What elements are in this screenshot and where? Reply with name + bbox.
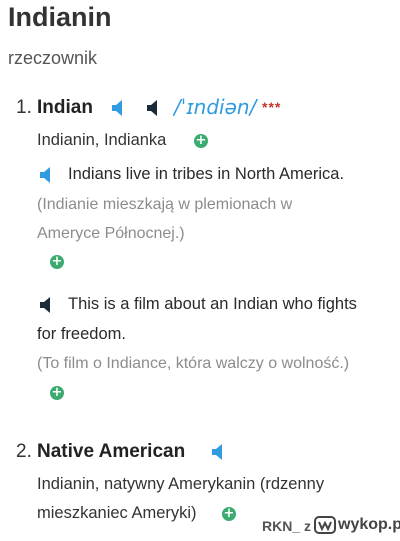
- example-translation: Ameryce Północnej.): [37, 225, 185, 242]
- sense-term: Native American: [37, 441, 186, 462]
- sense-number: 1.: [16, 97, 32, 118]
- sense-translations: mieszkaniec Ameryki): [37, 504, 197, 522]
- example-sentence: Indians live in tribes in North America.: [68, 165, 345, 183]
- pronunciation: /ˈɪndiən/: [174, 95, 257, 119]
- frequency-stars: ***: [262, 99, 282, 115]
- add-translation-icon[interactable]: +: [222, 507, 236, 521]
- speaker-icon-american[interactable]: [145, 99, 165, 117]
- example-translation: (Indianie mieszkają w plemionach w: [37, 196, 293, 213]
- speaker-icon[interactable]: [38, 296, 58, 314]
- sense-term: Indian: [37, 97, 93, 118]
- wykop-logo-icon: [314, 514, 336, 541]
- watermark-user: RKN_ z: [262, 518, 312, 534]
- sense-translations: Indianin, Indianka: [37, 131, 167, 149]
- sense-number: 2.: [16, 441, 32, 462]
- watermark-site: wykop.pl: [338, 516, 400, 533]
- speaker-icon[interactable]: [38, 166, 58, 184]
- add-example-icon[interactable]: +: [50, 255, 64, 269]
- example-sentence: for freedom.: [37, 325, 126, 343]
- sense-translations: Indianin, natywny Amerykanin (rdzenny: [37, 475, 325, 493]
- example-translation: (To film o Indiance, która walczy o woln…: [37, 355, 350, 372]
- add-example-icon[interactable]: +: [50, 386, 64, 400]
- speaker-icon-british[interactable]: [110, 99, 130, 117]
- speaker-icon[interactable]: [210, 443, 230, 461]
- headword: Indianin: [8, 2, 112, 32]
- example-sentence: This is a film about an Indian who fight…: [68, 295, 357, 313]
- add-translation-icon[interactable]: +: [194, 134, 208, 148]
- part-of-speech: rzeczownik: [8, 48, 98, 68]
